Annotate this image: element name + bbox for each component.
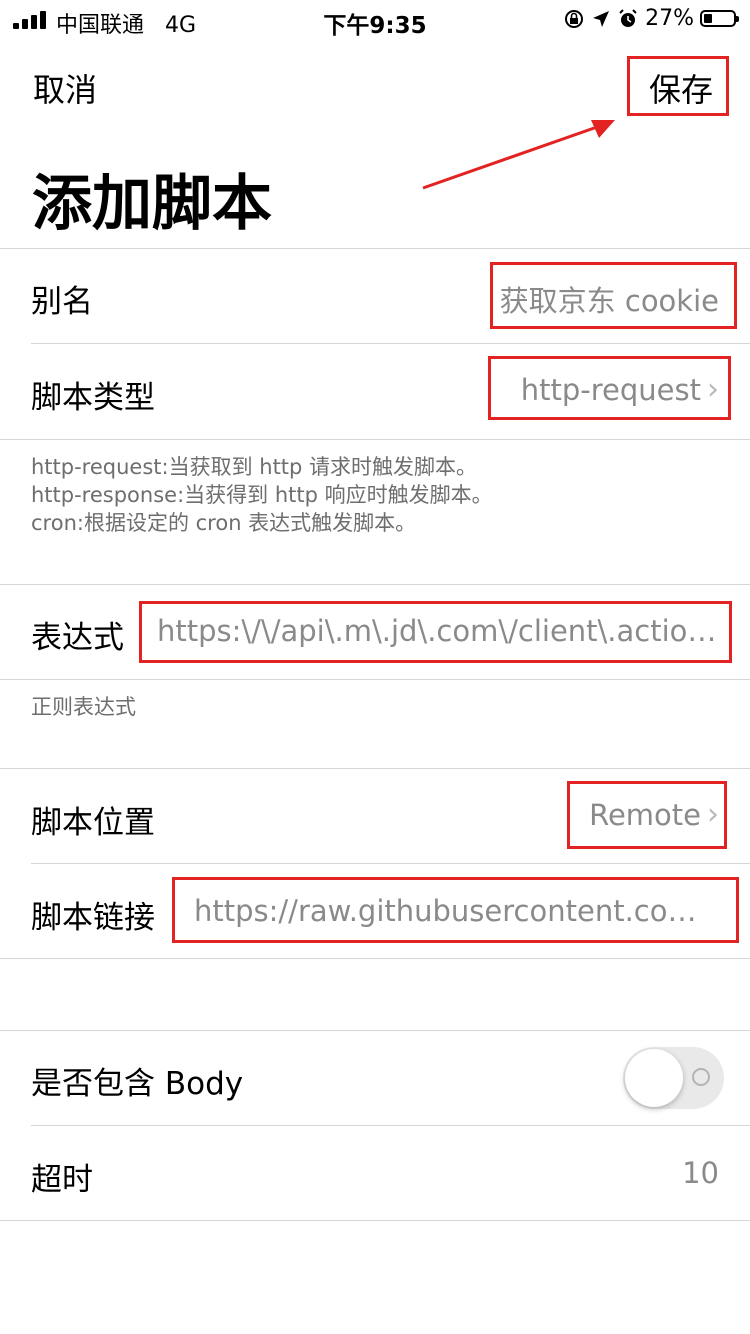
note-line: http-request:当获取到 http 请求时触发脚本。 [31,455,478,479]
cancel-button[interactable]: 取消 [33,65,97,111]
separator [0,1030,750,1031]
separator [0,1220,750,1221]
alias-highlight-box [490,262,737,329]
expression-note: 正则表达式 [31,695,136,719]
note-line: http-response:当获得到 http 响应时触发脚本。 [31,483,493,507]
battery-percent: 27% [645,6,694,31]
separator [0,768,750,769]
toggle-knob [625,1049,683,1107]
rotation-lock-icon [565,9,584,28]
script-type-highlight-box [488,356,731,420]
separator [0,958,750,959]
script-type-notes: http-request:当获取到 http 请求时触发脚本。 http-res… [31,453,493,537]
battery-icon [700,10,739,27]
save-highlight-box [627,56,729,116]
include-body-toggle[interactable] [623,1047,724,1109]
expression-label: 表达式 [31,620,124,656]
separator [31,863,750,864]
script-link-highlight-box [172,877,739,943]
alias-label: 别名 [31,284,93,320]
separator [31,1125,750,1126]
page-title: 添加脚本 [32,169,272,239]
separator [0,679,750,680]
alarm-icon [619,8,637,27]
separator [0,439,750,440]
script-location-label: 脚本位置 [31,805,155,841]
separator [0,248,750,249]
timeout-input[interactable]: 10 [519,1156,719,1190]
script-link-label: 脚本链接 [31,900,155,936]
script-type-label: 脚本类型 [31,380,155,416]
annotation-arrow [422,120,615,190]
include-body-label: 是否包含 Body [31,1066,244,1102]
note-line: cron:根据设定的 cron 表达式触发脚本。 [31,511,417,535]
toggle-off-indicator-icon [692,1068,710,1086]
separator [31,343,750,344]
status-bar: 中国联通 4G 下午9:35 27% [0,0,750,40]
expression-highlight-box [139,601,732,663]
separator [0,584,750,585]
status-right-icons: 27% [563,6,739,31]
location-arrow-icon [593,10,610,27]
script-location-highlight-box [567,781,727,849]
timeout-label: 超时 [31,1162,93,1198]
